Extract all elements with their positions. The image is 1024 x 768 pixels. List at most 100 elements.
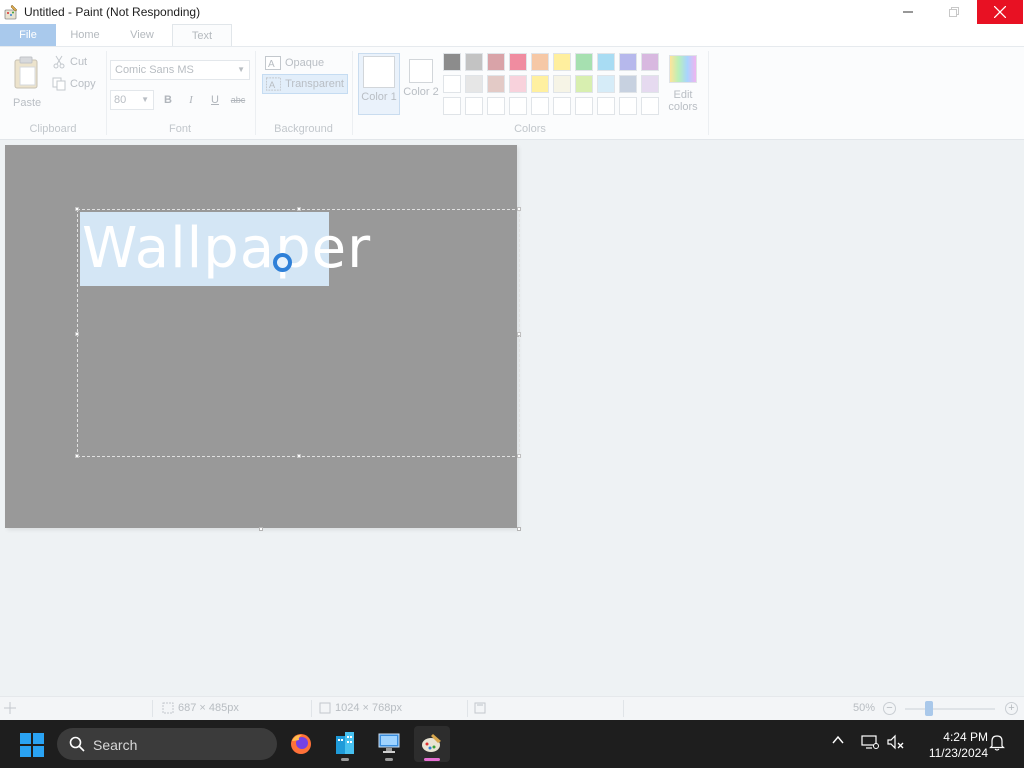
palette-swatch[interactable]	[575, 75, 593, 93]
chevron-down-icon: ▼	[237, 65, 245, 74]
strikethrough-button[interactable]: abc	[228, 91, 248, 109]
underline-button[interactable]: U	[205, 91, 225, 109]
italic-button[interactable]: I	[181, 91, 201, 109]
palette-swatch[interactable]	[597, 75, 615, 93]
title-bar: Untitled - Paint (Not Responding)	[0, 0, 1024, 24]
zoom-level: 50%	[853, 702, 876, 714]
palette-swatch[interactable]	[641, 53, 659, 71]
zoom-out-button[interactable]: −	[883, 702, 896, 715]
palette-swatch[interactable]	[509, 97, 527, 115]
windows-logo-tile	[20, 746, 31, 757]
palette-swatch[interactable]	[553, 53, 571, 71]
text-box-handle-bottom-left[interactable]	[75, 454, 79, 458]
transparent-label: Transparent	[285, 78, 344, 90]
taskbar-app-remote-desktop[interactable]	[371, 726, 407, 762]
text-box-handle-top-left[interactable]	[75, 207, 79, 211]
chevron-up-icon	[832, 735, 844, 744]
bold-button[interactable]: B	[158, 91, 178, 109]
image-size-icon	[319, 702, 331, 714]
chevron-down-icon: ▼	[141, 95, 149, 104]
taskbar-app-paint[interactable]	[414, 726, 450, 762]
tab-view[interactable]: View	[114, 24, 170, 46]
palette-swatch[interactable]	[619, 53, 637, 71]
taskbar-app-firefox[interactable]	[283, 726, 319, 762]
paste-icon	[14, 56, 38, 89]
speaker-muted-icon	[887, 734, 904, 750]
text-box-handle-top[interactable]	[297, 207, 301, 211]
palette-swatch[interactable]	[465, 97, 483, 115]
palette-swatch[interactable]	[597, 97, 615, 115]
palette-swatch[interactable]	[641, 75, 659, 93]
font-family-dropdown[interactable]: Comic Sans MS ▼	[110, 60, 250, 80]
palette-swatch[interactable]	[465, 75, 483, 93]
transparent-button[interactable]: A Transparent	[262, 74, 348, 94]
taskbar-search[interactable]: Search	[57, 728, 277, 760]
cursor-position	[4, 702, 16, 714]
color2-swatch	[409, 59, 433, 83]
status-separator	[623, 700, 624, 717]
restore-button[interactable]	[931, 0, 977, 24]
start-button[interactable]	[20, 733, 44, 757]
palette-swatch[interactable]	[487, 75, 505, 93]
palette-swatch[interactable]	[597, 53, 615, 71]
color2-selector[interactable]: Color 2	[400, 53, 442, 115]
palette-swatch[interactable]	[509, 53, 527, 71]
ribbon: Paste Cut Copy Clipboard Comic Sans MS ▼…	[0, 46, 1024, 140]
notifications-button[interactable]	[989, 734, 1005, 754]
group-label-clipboard: Clipboard	[29, 123, 77, 135]
palette-swatch[interactable]	[575, 97, 593, 115]
network-status[interactable]	[861, 734, 879, 753]
opaque-button[interactable]: A Opaque	[262, 53, 327, 73]
canvas-resize-handle-bottom[interactable]	[259, 527, 263, 531]
palette-swatch[interactable]	[531, 97, 549, 115]
color-spectrum-icon	[669, 55, 697, 83]
minimize-button[interactable]	[885, 0, 931, 24]
zoom-in-button[interactable]: +	[1005, 702, 1018, 715]
canvas-resize-handle-corner[interactable]	[517, 527, 521, 531]
ribbon-tabs: File Home View Text ︿ ?	[0, 24, 1024, 67]
zoom-slider-thumb[interactable]	[925, 701, 933, 716]
text-box-frame[interactable]	[75, 207, 521, 458]
palette-swatch[interactable]	[487, 97, 505, 115]
color1-swatch	[363, 56, 395, 88]
tab-file[interactable]: File	[0, 24, 56, 46]
palette-swatch[interactable]	[619, 75, 637, 93]
windows-logo-icon	[20, 733, 31, 744]
palette-swatch[interactable]	[553, 97, 571, 115]
paint-app-icon	[4, 4, 18, 20]
font-size-dropdown[interactable]: 80 ▼	[110, 90, 154, 110]
taskbar-app-buildings[interactable]	[327, 726, 363, 762]
taskbar-clock[interactable]: 4:24 PM 11/23/2024	[912, 729, 988, 761]
palette-swatch[interactable]	[465, 53, 483, 71]
volume-status[interactable]	[887, 734, 905, 753]
tab-home[interactable]: Home	[56, 24, 114, 46]
palette-swatch[interactable]	[509, 75, 527, 93]
paste-button[interactable]: Paste	[6, 53, 46, 111]
palette-swatch[interactable]	[487, 53, 505, 71]
color-palette	[443, 53, 663, 119]
tab-text[interactable]: Text	[172, 24, 232, 46]
text-box-handle-left[interactable]	[75, 332, 79, 336]
palette-swatch[interactable]	[531, 75, 549, 93]
show-hidden-icons-button[interactable]	[832, 735, 844, 748]
close-button[interactable]	[977, 0, 1023, 24]
palette-swatch[interactable]	[443, 75, 461, 93]
palette-swatch[interactable]	[443, 97, 461, 115]
palette-swatch[interactable]	[641, 97, 659, 115]
text-box-handle-bottom[interactable]	[297, 454, 301, 458]
palette-swatch[interactable]	[443, 53, 461, 71]
edit-colors-button[interactable]: Edit colors	[666, 53, 700, 119]
palette-swatch[interactable]	[531, 53, 549, 71]
palette-swatch[interactable]	[619, 97, 637, 115]
cut-button[interactable]: Cut	[52, 53, 87, 71]
palette-swatch[interactable]	[553, 75, 571, 93]
color1-selector[interactable]: Color 1	[358, 53, 400, 115]
text-box-handle-top-right[interactable]	[517, 207, 521, 211]
copy-button[interactable]: Copy	[52, 75, 96, 93]
text-box-handle-right[interactable]	[517, 332, 521, 336]
group-label-background: Background	[274, 123, 333, 135]
zoom-slider[interactable]	[905, 708, 995, 710]
palette-swatch[interactable]	[575, 53, 593, 71]
text-box-handle-bottom-right[interactable]	[517, 454, 521, 458]
selection-size: 687 × 485px	[161, 702, 239, 714]
